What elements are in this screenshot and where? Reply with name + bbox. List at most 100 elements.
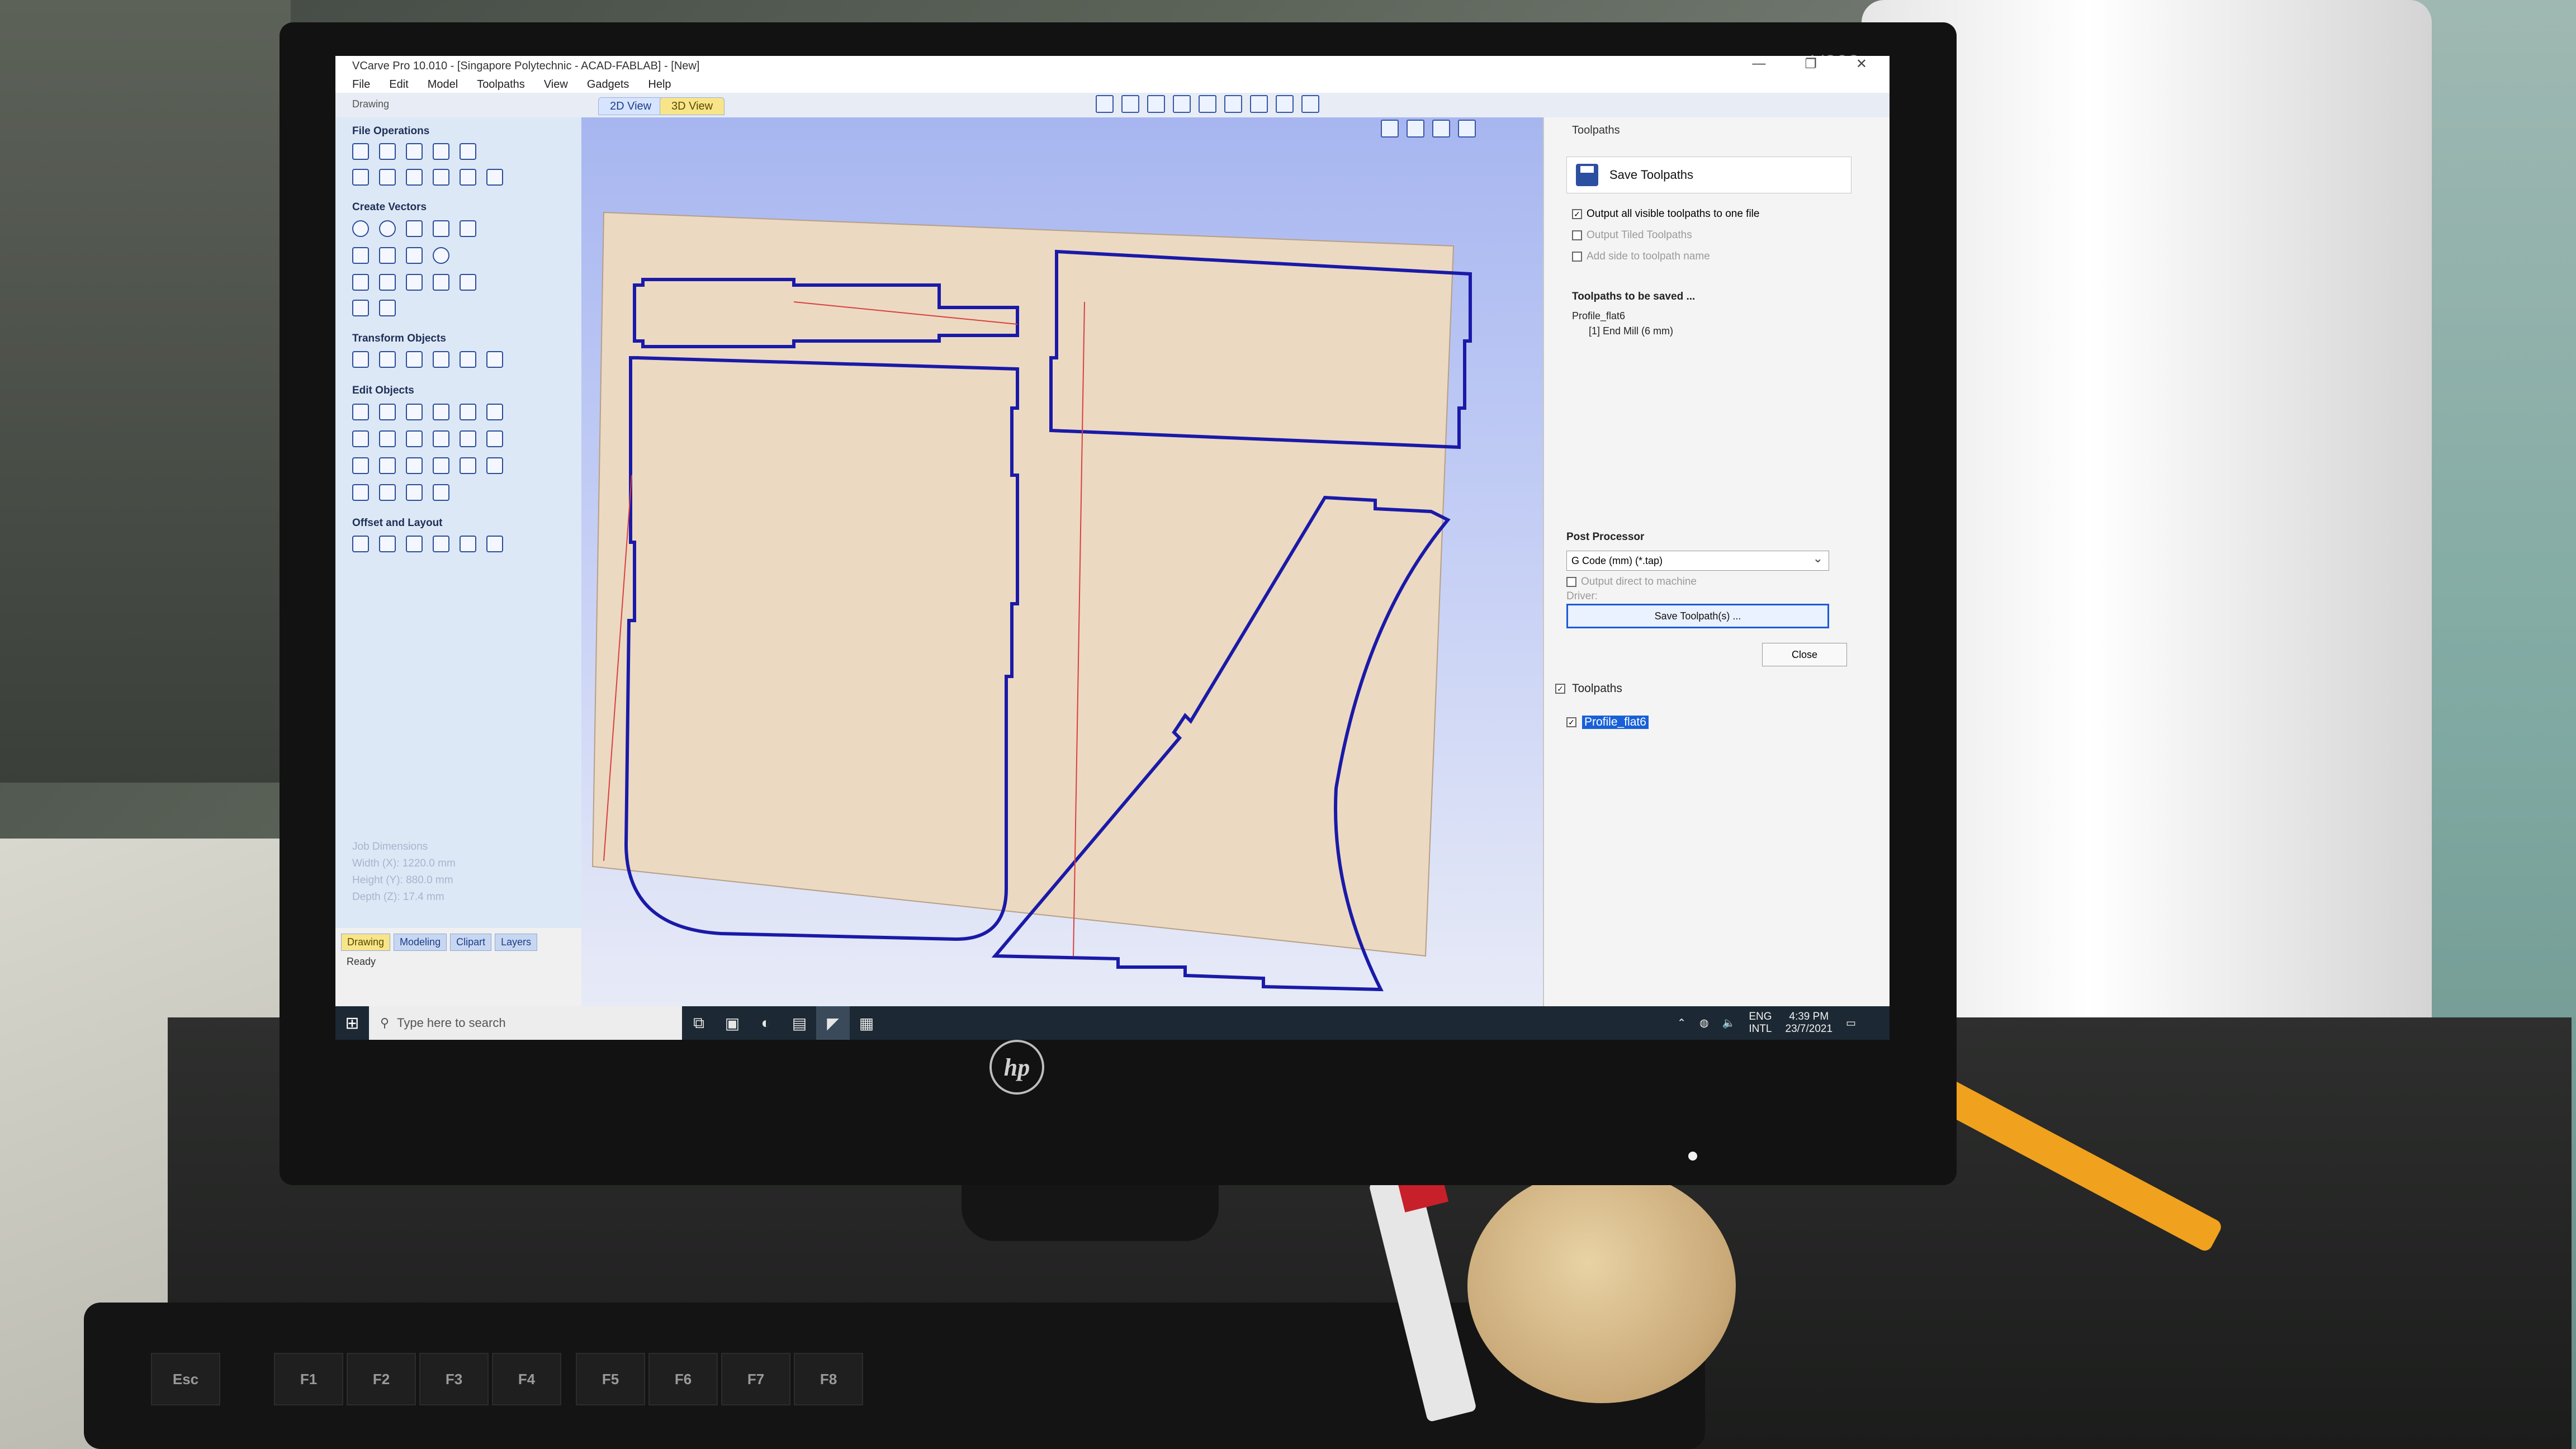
checkbox-icon[interactable]: [1566, 577, 1576, 587]
arrow-right-2-icon[interactable]: [433, 484, 449, 501]
copy-icon[interactable]: [406, 169, 423, 186]
notification-icon[interactable]: ▭: [1846, 1017, 1856, 1030]
menu-view[interactable]: View: [544, 78, 568, 91]
open-folder-icon[interactable]: [379, 143, 396, 160]
file-explorer-icon[interactable]: ▤: [783, 1006, 816, 1040]
align-icon[interactable]: [379, 351, 396, 368]
edge-icon[interactable]: ◐: [749, 1006, 783, 1040]
close-vectors-icon[interactable]: [352, 484, 369, 501]
menu-help[interactable]: Help: [648, 78, 671, 91]
windows-start-icon[interactable]: ⊞: [335, 1006, 369, 1040]
array-icon[interactable]: [379, 536, 396, 552]
export-icon[interactable]: [460, 143, 476, 160]
intersect-icon[interactable]: [406, 430, 423, 447]
ellipse-icon[interactable]: [379, 220, 396, 237]
menu-edit[interactable]: Edit: [389, 78, 408, 91]
chevron-up-icon[interactable]: ⌃: [1677, 1017, 1686, 1030]
weld-icon[interactable]: [352, 430, 369, 447]
job-setup-icon[interactable]: [352, 169, 369, 186]
group-icon[interactable]: [433, 404, 449, 420]
ungroup-icon[interactable]: [460, 404, 476, 420]
polyline-icon[interactable]: [352, 247, 369, 264]
rotate-icon[interactable]: [406, 351, 423, 368]
layout-icon[interactable]: [1301, 95, 1319, 113]
network-icon[interactable]: ◍: [1699, 1017, 1709, 1030]
drawing-canvas[interactable]: [581, 117, 1543, 1034]
angle-dimension-icon[interactable]: [460, 274, 476, 291]
close-window-button[interactable]: ✕: [1856, 56, 1867, 72]
trim-icon[interactable]: [433, 430, 449, 447]
tab-clipart[interactable]: Clipart: [450, 934, 492, 951]
language-indicator[interactable]: ENG INTL: [1749, 1011, 1772, 1035]
circle-icon[interactable]: [352, 220, 369, 237]
nesting-icon[interactable]: [460, 536, 476, 552]
interactive-select-icon[interactable]: [406, 404, 423, 420]
menu-model[interactable]: Model: [428, 78, 458, 91]
redo-icon[interactable]: [486, 169, 503, 186]
bitmap-icon[interactable]: [460, 457, 476, 474]
checkbox-checked-icon[interactable]: ✓: [1555, 684, 1565, 694]
tile-icon[interactable]: [486, 536, 503, 552]
star-icon[interactable]: [460, 220, 476, 237]
menu-gadgets[interactable]: Gadgets: [587, 78, 629, 91]
snap-icon[interactable]: [1276, 95, 1294, 113]
volume-icon[interactable]: 🔈: [1722, 1016, 1736, 1030]
chamfer-icon[interactable]: [379, 457, 396, 474]
pan-icon[interactable]: [1173, 95, 1191, 113]
checkbox-icon[interactable]: [1572, 252, 1582, 262]
curve-icon[interactable]: [406, 247, 423, 264]
offset-icon[interactable]: [352, 536, 369, 552]
distort-icon[interactable]: [486, 351, 503, 368]
axis-x-icon[interactable]: [1432, 120, 1450, 138]
circular-array-icon[interactable]: [406, 536, 423, 552]
axis-y-icon[interactable]: [1458, 120, 1476, 138]
dimension-icon[interactable]: [433, 274, 449, 291]
store-icon[interactable]: ▣: [716, 1006, 749, 1040]
tab-3d-view[interactable]: 3D View: [660, 97, 725, 115]
new-file-icon[interactable]: [352, 143, 369, 160]
smooth-icon[interactable]: [406, 457, 423, 474]
checkbox-icon[interactable]: [1572, 230, 1582, 240]
vcarve-icon[interactable]: ◤: [816, 1006, 850, 1040]
menu-toolpaths[interactable]: Toolpaths: [477, 78, 525, 91]
join-icon[interactable]: [486, 404, 503, 420]
zoom-extents-icon[interactable]: [1096, 95, 1114, 113]
spiral-icon[interactable]: [433, 247, 449, 264]
taskbar-search[interactable]: ⚲ Type here to search: [369, 1006, 682, 1040]
text-icon[interactable]: [352, 274, 369, 291]
node-edit-icon[interactable]: [379, 300, 396, 316]
measure-icon[interactable]: [1199, 95, 1216, 113]
bracket-icon[interactable]: [379, 484, 396, 501]
tab-drawing[interactable]: Drawing: [341, 934, 391, 951]
auto-layout-text-icon[interactable]: [406, 274, 423, 291]
toolpath-list-item[interactable]: ✓ Profile_flat6: [1566, 716, 1649, 729]
tab-modeling[interactable]: Modeling: [394, 934, 447, 951]
trace-icon[interactable]: [486, 457, 503, 474]
option-one-file[interactable]: ✓ Output all visible toolpaths to one fi…: [1572, 208, 1759, 220]
toolpath-item-label[interactable]: Profile_flat6: [1582, 716, 1649, 729]
draw-icon[interactable]: [352, 300, 369, 316]
cut-icon[interactable]: [379, 169, 396, 186]
green-app-icon[interactable]: ▦: [850, 1006, 883, 1040]
subtract-icon[interactable]: [379, 430, 396, 447]
undo-icon[interactable]: [460, 169, 476, 186]
mirror-icon[interactable]: [433, 351, 449, 368]
select-icon[interactable]: [352, 404, 369, 420]
text-on-curve-icon[interactable]: [379, 274, 396, 291]
minimize-button[interactable]: —: [1752, 56, 1765, 72]
rectangle-icon[interactable]: [406, 220, 423, 237]
axis-z-icon[interactable]: [1407, 120, 1424, 138]
save-toolpaths-button[interactable]: Save Toolpath(s) ...: [1566, 604, 1829, 628]
polygon-icon[interactable]: [433, 220, 449, 237]
paste-icon[interactable]: [433, 169, 449, 186]
arrow-right-icon[interactable]: [406, 484, 423, 501]
option-output-direct[interactable]: Output direct to machine: [1566, 576, 1697, 588]
option-side-name[interactable]: Add side to toolpath name: [1572, 250, 1710, 263]
save-icon[interactable]: [406, 143, 423, 160]
clock[interactable]: 4:39 PM 23/7/2021: [1786, 1011, 1833, 1035]
fillet-icon[interactable]: [352, 457, 369, 474]
menu-file[interactable]: File: [352, 78, 370, 91]
close-button[interactable]: Close: [1762, 643, 1847, 666]
checkbox-checked-icon[interactable]: ✓: [1572, 209, 1582, 219]
validate-icon[interactable]: [486, 430, 503, 447]
